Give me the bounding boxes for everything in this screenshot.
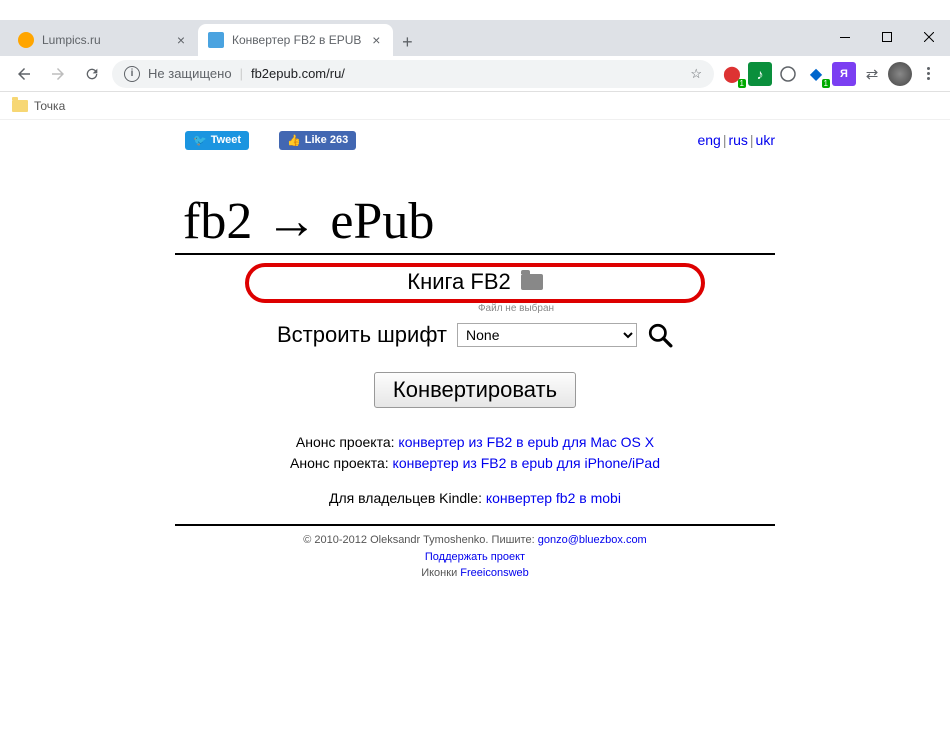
url-text: fb2epub.com/ru/ xyxy=(251,66,345,81)
nav-reload-button[interactable] xyxy=(78,60,106,88)
footer-support-link[interactable]: Поддержать проект xyxy=(425,551,525,563)
window-maximize[interactable] xyxy=(866,22,908,52)
tab-close-icon[interactable]: × xyxy=(174,33,188,47)
extension-icon[interactable] xyxy=(776,62,800,86)
twitter-icon: 🐦 xyxy=(193,134,207,147)
nav-back-button[interactable] xyxy=(10,60,38,88)
kindle-line: Для владельцев Kindle: конвертер fb2 в m… xyxy=(175,490,775,506)
site-logo: fb2 → ePub xyxy=(183,192,775,251)
file-upload-label: Книга FB2 xyxy=(407,269,511,295)
language-switcher: eng|rus|ukr xyxy=(697,132,775,148)
announcements: Анонс проекта: конвертер из FB2 в epub д… xyxy=(175,432,775,474)
announce-link-macos[interactable]: конвертер из FB2 в epub для Mac OS X xyxy=(398,434,654,450)
font-select[interactable]: None xyxy=(457,323,637,347)
extension-icon[interactable]: ⬤1 xyxy=(720,62,744,86)
bookmark-star-icon[interactable]: ☆ xyxy=(690,66,702,82)
tab-title: Конвертер FB2 в EPUB xyxy=(232,33,361,47)
browser-menu-button[interactable] xyxy=(916,62,940,86)
footer-icons-link[interactable]: Freeiconsweb xyxy=(460,567,528,579)
file-status-text: Файл не выбран xyxy=(257,303,775,314)
nav-forward-button xyxy=(44,60,72,88)
window-close[interactable] xyxy=(908,22,950,52)
bookmark-folder-icon xyxy=(12,100,28,112)
bookmark-item[interactable]: Точка xyxy=(34,99,65,113)
font-preview-button[interactable] xyxy=(647,322,673,348)
folder-icon[interactable] xyxy=(521,274,543,290)
lang-ukr-link[interactable]: ukr xyxy=(756,132,775,148)
new-tab-button[interactable]: + xyxy=(393,28,421,56)
announce-link-ios[interactable]: конвертер из FB2 в epub для iPhone/iPad xyxy=(393,455,660,471)
tab-favicon-icon xyxy=(208,32,224,48)
extension-icon[interactable]: ◆1 xyxy=(804,62,828,86)
site-info-icon[interactable]: i xyxy=(124,66,140,82)
kindle-link[interactable]: конвертер fb2 в mobi xyxy=(486,490,621,506)
font-label: Встроить шрифт xyxy=(277,322,447,348)
extension-icon[interactable]: Я xyxy=(832,62,856,86)
extension-icon[interactable]: ♪ xyxy=(748,62,772,86)
tweet-button[interactable]: 🐦 Tweet xyxy=(185,131,249,150)
browser-tab[interactable]: Lumpics.ru × xyxy=(8,24,198,56)
lang-eng-link[interactable]: eng xyxy=(697,132,720,148)
profile-avatar[interactable] xyxy=(888,62,912,86)
tab-title: Lumpics.ru xyxy=(42,33,166,47)
facebook-like-button[interactable]: 👍 Like 263 xyxy=(279,131,356,150)
page-footer: © 2010-2012 Oleksandr Tymoshenko. Пишите… xyxy=(175,532,775,582)
lang-rus-link[interactable]: rus xyxy=(728,132,747,148)
footer-email-link[interactable]: gonzo@bluezbox.com xyxy=(538,534,647,546)
security-status: Не защищено xyxy=(148,66,232,81)
browser-tab-active[interactable]: Конвертер FB2 в EPUB × xyxy=(198,24,393,56)
window-minimize[interactable] xyxy=(824,22,866,52)
thumbs-up-icon: 👍 xyxy=(287,134,301,147)
tab-close-icon[interactable]: × xyxy=(369,33,383,47)
footer-divider xyxy=(175,524,775,526)
header-divider xyxy=(175,253,775,255)
address-bar[interactable]: i Не защищено | fb2epub.com/ru/ ☆ xyxy=(112,60,714,88)
reader-mode-icon[interactable]: ⇄ xyxy=(860,62,884,86)
tab-favicon-icon xyxy=(18,32,34,48)
convert-button[interactable]: Конвертировать xyxy=(374,372,576,408)
file-upload-row[interactable]: Книга FB2 xyxy=(245,263,705,303)
